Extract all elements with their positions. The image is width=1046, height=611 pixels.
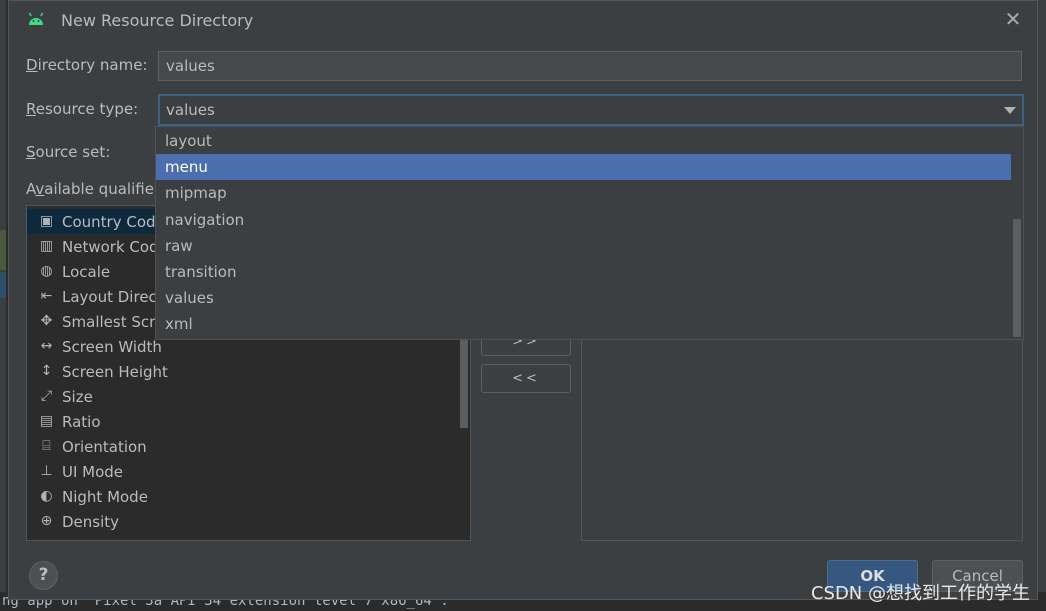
android-icon (28, 12, 44, 25)
directory-name-field[interactable]: values (158, 51, 1022, 81)
qualifier-label: Ratio (62, 412, 101, 431)
ide-editor-fragment (0, 230, 6, 270)
qualifier-item[interactable]: ⊥ UI Mode (27, 459, 457, 484)
screen-height-icon: ↕ (40, 363, 53, 379)
close-icon[interactable]: ✕ (1003, 9, 1023, 29)
dropdown-option-raw[interactable]: raw (156, 233, 1011, 259)
dialog-titlebar: New Resource Directory ✕ (9, 1, 1037, 39)
resource-type-dropdown[interactable]: layout menu mipmap navigation raw transition v… (155, 126, 1024, 340)
remove-qualifier-button[interactable]: << (481, 364, 571, 393)
layout-direction-icon: ⇤ (40, 288, 53, 304)
help-button[interactable]: ? (29, 561, 58, 590)
qualifier-label: Night Mode (62, 487, 148, 506)
source-set-label: Source set: (26, 143, 111, 161)
night-mode-icon: ◐ (40, 488, 53, 504)
qualifier-item[interactable]: ⊕ Density (27, 509, 457, 534)
dropdown-option-mipmap[interactable]: mipmap (156, 180, 1011, 206)
dropdown-option-menu[interactable]: menu (156, 154, 1011, 181)
qualifier-label: Locale (62, 262, 111, 281)
resource-type-label: Resource type: (26, 100, 139, 118)
qualifier-label: Country Code (62, 212, 165, 231)
resource-type-value: values (166, 101, 215, 119)
orientation-icon: ⌸ (42, 438, 51, 454)
watermark: CSDN @想找到工作的学生 (810, 583, 1030, 604)
density-icon: ⊕ (40, 513, 53, 529)
screen-width-icon: ↔ (40, 338, 53, 354)
qualifier-label: Screen Height (62, 362, 168, 381)
qualifier-label: Network Code (62, 237, 168, 256)
country-code-icon: ▣ (39, 213, 54, 229)
dropdown-option-layout[interactable]: layout (156, 128, 1011, 154)
resource-type-combo[interactable]: values (158, 94, 1024, 126)
directory-name-label: Directory name: (26, 56, 148, 74)
qualifier-item[interactable]: ▤ Ratio (27, 409, 457, 434)
globe-icon: ◍ (40, 263, 53, 279)
dropdown-option-transition[interactable]: transition (156, 259, 1011, 285)
dropdown-scrollbar-thumb[interactable] (1013, 219, 1021, 337)
qualifier-label: Density (62, 512, 120, 531)
qualifier-item[interactable]: ◐ Night Mode (27, 484, 457, 509)
ide-background-left (0, 0, 6, 611)
qualifier-label: Size (62, 387, 93, 406)
dropdown-option-navigation[interactable]: navigation (156, 207, 1011, 233)
network-code-icon: ▥ (39, 238, 54, 254)
ide-selection-fragment (0, 272, 6, 298)
dialog-title: New Resource Directory (61, 11, 254, 30)
qualifier-label: UI Mode (62, 462, 124, 481)
chevron-down-icon[interactable] (1004, 107, 1016, 114)
dropdown-scrollbar-track[interactable] (1011, 127, 1023, 339)
available-qualifiers-label: Available qualifier (26, 180, 161, 198)
qualifier-label: Orientation (62, 437, 147, 456)
qualifier-item[interactable]: ↕ Screen Height (27, 359, 457, 384)
smallest-screen-icon: ✥ (40, 313, 53, 329)
dropdown-option-xml[interactable]: xml (156, 311, 1011, 337)
qualifier-label: Screen Width (62, 337, 162, 356)
size-icon: ⤢ (40, 388, 53, 404)
qualifier-item[interactable]: ⌸ Orientation (27, 434, 457, 459)
ui-mode-icon: ⊥ (40, 463, 53, 479)
qualifier-item[interactable]: ⤢ Size (27, 384, 457, 409)
dropdown-option-values[interactable]: values (156, 285, 1011, 311)
ratio-icon: ▤ (39, 413, 54, 429)
